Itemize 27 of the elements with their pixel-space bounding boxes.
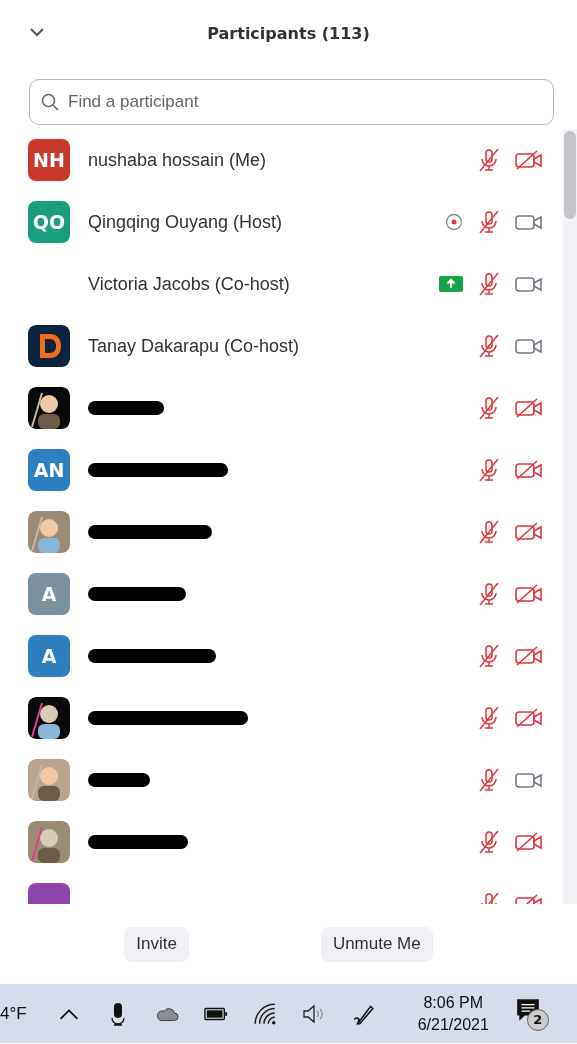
participant-name: nushaba hossain (Me) xyxy=(88,149,267,171)
search-icon xyxy=(41,93,59,111)
avatar: NH xyxy=(28,139,70,181)
video-camera-icon[interactable] xyxy=(515,336,543,356)
video-camera-icon[interactable] xyxy=(515,274,543,294)
action-button[interactable]: Unmute Me xyxy=(320,926,433,962)
search-field[interactable]: Find a participant xyxy=(29,79,554,125)
participant-name: Tanay Dakarapu (Co-host) xyxy=(88,335,300,357)
avatar: QO xyxy=(28,201,70,243)
chevron-down-icon[interactable] xyxy=(30,28,44,37)
avatar: A xyxy=(28,635,70,677)
letter-logo-icon xyxy=(28,325,70,367)
avatar: A xyxy=(28,573,70,615)
avatar: AN xyxy=(28,449,70,491)
video-camera-icon[interactable] xyxy=(515,770,543,790)
clock-date[interactable]: 6/21/2021 xyxy=(417,1015,489,1034)
participant-name: Victoria Jacobs (Co-host) xyxy=(88,273,290,295)
action-button[interactable]: Invite xyxy=(124,926,189,962)
record-icon xyxy=(445,213,463,231)
weather-temperature[interactable]: 4°F xyxy=(0,1003,27,1024)
participant-name: Qingqing Ouyang (Host) xyxy=(88,211,283,233)
video-camera-icon[interactable] xyxy=(515,212,543,232)
panel-title: Participants (113) xyxy=(207,23,370,43)
share-screen-icon xyxy=(439,276,463,292)
wifi-icon[interactable] xyxy=(252,1001,277,1026)
scrollbar[interactable] xyxy=(563,129,577,904)
clock-time[interactable]: 8:06 PM xyxy=(423,993,484,1012)
